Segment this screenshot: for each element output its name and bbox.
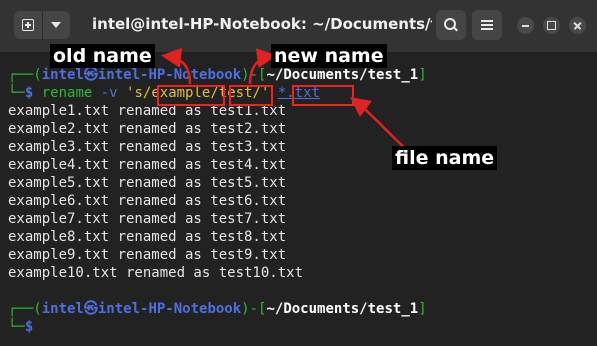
new-name-arrow xyxy=(248,48,277,85)
terminal-window: intel@intel-HP-Notebook: ~/Documents/tes… xyxy=(0,0,597,346)
file-name-label: file name xyxy=(392,146,498,170)
old-name-label: old name xyxy=(50,44,155,68)
file-name-arrow xyxy=(350,96,406,149)
new-name-label: new name xyxy=(271,44,387,68)
old-name-arrow xyxy=(161,47,192,85)
